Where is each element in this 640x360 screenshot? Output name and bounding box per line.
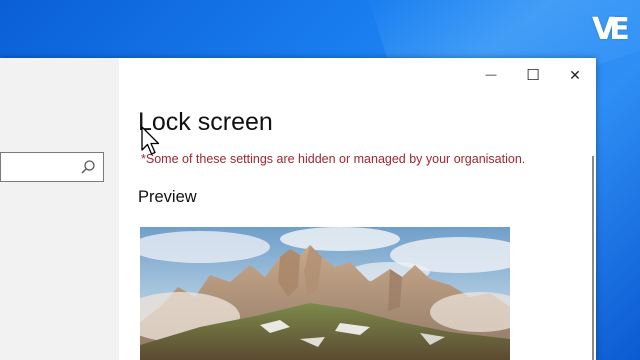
mouse-pointer-icon [141,126,160,155]
search-input[interactable] [5,157,75,177]
minimize-button[interactable]: — [476,64,506,86]
minimize-icon: — [485,69,497,81]
maximize-icon: ☐ [526,67,540,84]
preview-heading: Preview [138,188,197,206]
settings-window: — ☐ ✕ Lock screen *Some of these setting… [0,58,596,360]
channel-logo-watermark: VE [592,12,630,47]
close-button[interactable]: ✕ [560,64,590,86]
settings-content: — ☐ ✕ Lock screen *Some of these setting… [119,58,596,360]
search-icon[interactable] [80,159,96,175]
vertical-scrollbar[interactable] [592,156,594,360]
lock-screen-preview-image [140,227,510,360]
navigation-pane [0,58,119,360]
mountain-landscape-picture [140,227,510,360]
managed-settings-warning: *Some of these settings are hidden or ma… [141,152,526,166]
maximize-button[interactable]: ☐ [518,64,548,86]
search-field[interactable] [0,152,104,182]
close-icon: ✕ [569,66,581,83]
